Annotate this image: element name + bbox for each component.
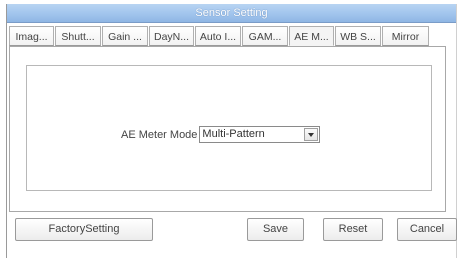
tab-image[interactable]: Imag...	[9, 26, 54, 46]
cancel-button[interactable]: Cancel	[397, 218, 457, 241]
factory-setting-button[interactable]: FactorySetting	[15, 218, 153, 241]
tab-bar: Imag... Shutt... Gain ... DayN... Auto I…	[9, 26, 446, 47]
tab-mirror[interactable]: Mirror	[382, 26, 429, 46]
tab-panel-ae-meter: AE Meter Mode Multi-Pattern	[9, 46, 446, 212]
tab-wb-setting[interactable]: WB S...	[335, 26, 381, 46]
chevron-down-icon	[308, 133, 315, 137]
ae-meter-mode-label: AE Meter Mode	[121, 128, 198, 141]
tab-shutter[interactable]: Shutt...	[55, 26, 101, 46]
tab-daynight[interactable]: DayN...	[149, 26, 194, 46]
ae-meter-mode-value: Multi-Pattern	[202, 128, 265, 140]
tab-ae-meter[interactable]: AE M...	[289, 26, 334, 46]
tab-gamma[interactable]: GAM...	[242, 26, 288, 46]
tab-auto-iris[interactable]: Auto I...	[195, 26, 241, 46]
dropdown-button[interactable]	[304, 128, 319, 141]
save-button[interactable]: Save	[247, 218, 304, 241]
reset-button[interactable]: Reset	[323, 218, 383, 241]
ae-meter-mode-row: AE Meter Mode Multi-Pattern	[121, 126, 321, 143]
dialog-title: Sensor Setting	[7, 4, 456, 23]
ae-meter-group-box: AE Meter Mode Multi-Pattern	[26, 65, 432, 191]
tab-gain[interactable]: Gain ...	[102, 26, 148, 46]
ae-meter-mode-select[interactable]: Multi-Pattern	[199, 126, 321, 143]
sensor-setting-dialog: Sensor Setting Imag... Shutt... Gain ...…	[6, 4, 457, 258]
